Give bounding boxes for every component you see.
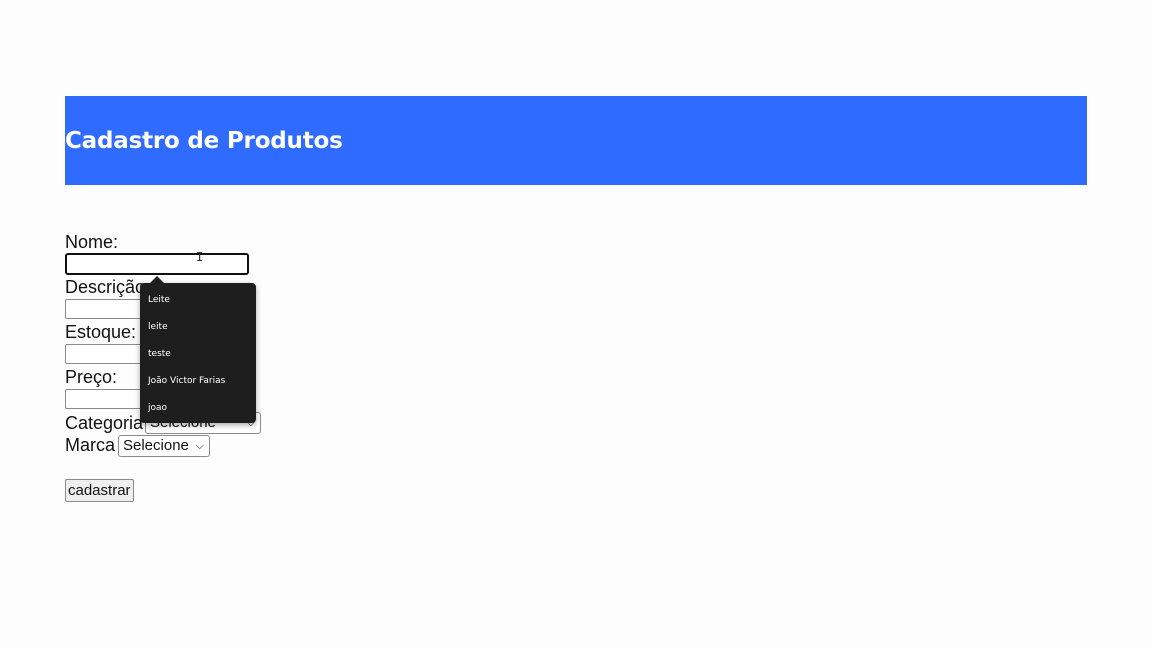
marca-select-value: Selecione: [123, 437, 189, 454]
page-header: Cadastro de Produtos: [65, 96, 1087, 185]
autocomplete-item[interactable]: teste: [148, 345, 171, 363]
nome-label: Nome:: [65, 232, 119, 252]
autocomplete-item[interactable]: João Victor Farias: [148, 372, 225, 390]
autocomplete-item[interactable]: joao: [148, 399, 167, 417]
chevron-down-icon: ⌵: [195, 440, 204, 452]
categoria-label: Categoria: [65, 413, 144, 433]
autocomplete-item[interactable]: leite: [148, 318, 168, 336]
nome-input[interactable]: [65, 253, 249, 275]
dropdown-pointer: [150, 276, 164, 283]
cadastrar-button[interactable]: cadastrar: [65, 479, 134, 502]
text-cursor-icon: I: [196, 250, 204, 264]
marca-label: Marca: [65, 435, 116, 455]
page: Cadastro de Produtos Nome: Descrição: Es…: [0, 0, 1152, 648]
marca-select[interactable]: Selecione ⌵: [118, 435, 210, 457]
preco-label: Preço:: [65, 367, 118, 387]
descricao-label: Descrição:: [65, 277, 151, 297]
page-title: Cadastro de Produtos: [65, 127, 343, 154]
estoque-label: Estoque:: [65, 322, 137, 342]
autocomplete-item[interactable]: Leite: [148, 291, 170, 309]
autocomplete-dropdown: Leite leite teste João Victor Farias joa…: [140, 276, 256, 423]
